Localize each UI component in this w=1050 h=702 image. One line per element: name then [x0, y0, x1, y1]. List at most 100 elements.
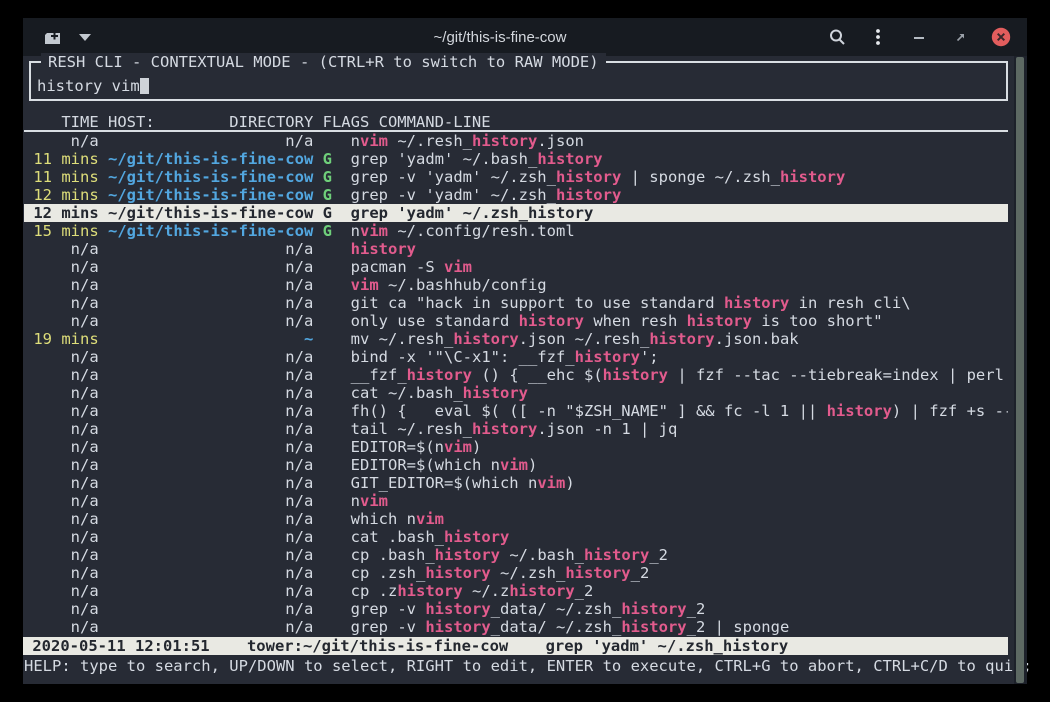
row-flags [323, 456, 332, 474]
scrollbar-thumb[interactable] [1016, 57, 1024, 683]
command-text: ) | fzf +s --tac [892, 402, 1008, 420]
row-command: cat ~/.bash_history [351, 384, 528, 402]
tab-list-caret-icon[interactable] [75, 27, 95, 47]
row-flags [323, 258, 332, 276]
command-text: cp .bash_ [351, 546, 435, 564]
history-row[interactable]: 15 mins ~/git/this-is-fine-cow G nvim ~/… [24, 222, 1008, 240]
command-match: history [407, 366, 472, 384]
history-row[interactable]: n/a n/a only use standard history when r… [24, 312, 1008, 330]
row-time: n/a [24, 456, 99, 474]
row-time: n/a [24, 582, 99, 600]
row-directory: n/a [108, 438, 313, 456]
history-row[interactable]: n/a n/a __fzf_history () { __ehc $(histo… [24, 366, 1008, 384]
history-row[interactable]: 19 mins ~ mv ~/.resh_history.json ~/.res… [24, 330, 1008, 348]
row-flags [323, 330, 332, 348]
history-row[interactable]: n/a n/a git ca "hack in support to use s… [24, 294, 1008, 312]
history-row[interactable]: n/a n/a cp .zsh_history ~/.zsh_history_2 [24, 564, 1008, 582]
row-directory: n/a [108, 312, 313, 330]
command-match: vim [351, 276, 379, 294]
restore-button[interactable] [950, 27, 970, 47]
command-text: fh() { eval $( ([ -n "$ZSH_NAME" ] && fc… [351, 402, 827, 420]
history-row[interactable]: n/a n/a fh() { eval $( ([ -n "$ZSH_NAME"… [24, 402, 1008, 420]
history-row[interactable]: n/a n/a bind -x '"\C-x1": __fzf_history'… [24, 348, 1008, 366]
row-directory: ~/git/this-is-fine-cow [108, 186, 313, 204]
command-match: history [565, 564, 630, 582]
history-row[interactable]: 12 mins ~/git/this-is-fine-cow G grep 'y… [24, 204, 1008, 222]
history-row[interactable]: 11 mins ~/git/this-is-fine-cow G grep -v… [24, 168, 1008, 186]
history-row[interactable]: n/a n/a EDITOR=$(nvim) [24, 438, 1008, 456]
command-text: _2 [575, 582, 594, 600]
command-text: grep 'yadm' ~/.bash_ [351, 150, 538, 168]
titlebar[interactable]: ~/git/this-is-fine-cow [23, 18, 1027, 56]
command-text: which n [351, 510, 416, 528]
history-row[interactable]: n/a n/a grep -v history_data/ ~/.zsh_his… [24, 618, 1008, 636]
row-directory: ~/git/this-is-fine-cow [108, 168, 313, 186]
row-directory: ~/git/this-is-fine-cow [108, 222, 313, 240]
history-row[interactable]: n/a n/a which nvim [24, 510, 1008, 528]
command-text: only use standard [351, 312, 519, 330]
history-row[interactable]: n/a n/a GIT_EDITOR=$(which nvim) [24, 474, 1008, 492]
row-time: 19 mins [24, 330, 99, 348]
row-time: n/a [24, 258, 99, 276]
command-text: ) [472, 438, 481, 456]
history-row[interactable]: n/a n/a cat .bash_history [24, 528, 1008, 546]
history-row[interactable]: n/a n/a EDITOR=$(which nvim) [24, 456, 1008, 474]
command-text: .json ~/.resh_ [519, 330, 650, 348]
command-match: history [621, 618, 686, 636]
close-button[interactable] [991, 27, 1011, 47]
history-row[interactable]: 12 mins ~/git/this-is-fine-cow G grep -v… [24, 186, 1008, 204]
row-time: n/a [24, 240, 99, 258]
history-row[interactable]: n/a n/a pacman -S vim [24, 258, 1008, 276]
search-icon[interactable] [827, 27, 847, 47]
command-match: history [351, 240, 416, 258]
status-bar: 2020-05-11 12:01:51 tower:~/git/this-is-… [23, 637, 1008, 655]
titlebar-left-group [23, 27, 203, 47]
row-flags [323, 294, 332, 312]
row-time: n/a [24, 438, 99, 456]
row-time: n/a [24, 348, 99, 366]
history-row[interactable]: n/a n/a nvim ~/.resh_history.json [24, 132, 1008, 150]
row-time: 15 mins [24, 222, 99, 240]
command-text: EDITOR=$(n [351, 438, 444, 456]
history-row[interactable]: 11 mins ~/git/this-is-fine-cow G grep 'y… [24, 150, 1008, 168]
command-match: history [519, 312, 584, 330]
history-table: TIME HOST: DIRECTORY FLAGS COMMAND-LINE … [24, 113, 1027, 636]
history-row[interactable]: n/a n/a cp .bash_history ~/.bash_history… [24, 546, 1008, 564]
row-command: grep 'yadm' ~/.bash_history [351, 150, 603, 168]
row-command: EDITOR=$(which nvim) [351, 456, 538, 474]
row-time: n/a [24, 276, 99, 294]
row-command: git ca "hack in support to use standard … [351, 294, 911, 312]
history-row[interactable]: n/a n/a history [24, 240, 1008, 258]
row-time: n/a [24, 384, 99, 402]
row-directory: n/a [108, 348, 313, 366]
command-match: history [397, 582, 462, 600]
command-text: .json -n 1 | jq [537, 420, 677, 438]
command-match: history [425, 564, 490, 582]
command-text: _2 [631, 564, 650, 582]
command-match: vim [444, 438, 472, 456]
history-row[interactable]: n/a n/a grep -v history_data/ ~/.zsh_his… [24, 600, 1008, 618]
minimize-button[interactable] [909, 27, 929, 47]
command-match: history [556, 186, 621, 204]
row-command: pacman -S vim [351, 258, 472, 276]
command-text: in resh cli\ [789, 294, 910, 312]
command-match: history [435, 546, 500, 564]
row-directory: ~/git/this-is-fine-cow [108, 150, 313, 168]
new-tab-icon[interactable] [43, 27, 63, 47]
resh-mode-title: RESH CLI - CONTEXTUAL MODE - (CTRL+R to … [41, 53, 606, 71]
history-row[interactable]: n/a n/a cp .zhistory ~/.zhistory_2 [24, 582, 1008, 600]
history-row[interactable]: n/a n/a vim ~/.bashhub/config [24, 276, 1008, 294]
history-row[interactable]: n/a n/a cat ~/.bash_history [24, 384, 1008, 402]
scrollbar[interactable] [1014, 56, 1027, 684]
command-match: history [780, 168, 845, 186]
menu-kebab-icon[interactable] [868, 27, 888, 47]
command-match: history [603, 366, 668, 384]
command-text: '; [640, 348, 659, 366]
terminal-content: RESH CLI - CONTEXTUAL MODE - (CTRL+R to … [23, 56, 1027, 684]
command-text: ~/.config/resh.toml [388, 222, 575, 240]
history-row[interactable]: n/a n/a tail ~/.resh_history.json -n 1 |… [24, 420, 1008, 438]
history-row[interactable]: n/a n/a nvim [24, 492, 1008, 510]
row-directory: n/a [108, 474, 313, 492]
command-text: _2 [687, 600, 706, 618]
command-match: vim [416, 510, 444, 528]
